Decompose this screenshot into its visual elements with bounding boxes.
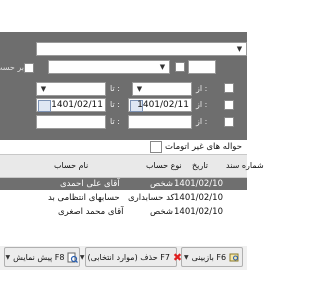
account-type-combo[interactable]: ▼: [48, 60, 170, 74]
search-combo[interactable]: ▼: [36, 42, 247, 56]
to-label-1: تا :: [110, 84, 120, 93]
row-account-type: کد حسابداری: [128, 193, 175, 203]
date-to-field[interactable]: 1401/02/11: [36, 98, 106, 112]
date-from-value: 1401/02/11: [137, 100, 189, 110]
by-checkbox[interactable]: [24, 63, 34, 73]
column-header-document-number[interactable]: شماره سند: [226, 161, 264, 170]
review-icon: [229, 253, 239, 261]
from-label-2: از :: [196, 100, 208, 109]
by-filter-row: بر حسب: [0, 62, 36, 74]
row-date: 1401/02/10: [174, 207, 223, 217]
from-label-1: از :: [196, 84, 208, 93]
column-header-date[interactable]: تاریخ: [192, 161, 208, 170]
row-account-type: شخص: [150, 207, 174, 217]
refresh-button[interactable]: ▼ بازبینی F6: [181, 247, 243, 267]
type-checkbox[interactable]: [175, 62, 185, 72]
table-row[interactable]: حسابهای انتظامی بد کد حسابداری 1401/02/1…: [0, 192, 247, 204]
delete-label: حذف (موارد انتخابی) F7: [87, 252, 170, 262]
chevron-down-icon[interactable]: ▼: [235, 45, 244, 53]
row-account-type: شخص: [150, 179, 174, 189]
date-row-checkbox[interactable]: [224, 100, 234, 110]
amount-row-checkbox[interactable]: [224, 117, 234, 127]
preview-button[interactable]: ▼ پیش نمایش F8: [4, 247, 80, 267]
non-auto-remittance-label: حواله های غیر اتومات: [165, 142, 242, 152]
dropdown-row-checkbox[interactable]: [224, 83, 234, 93]
chevron-down-icon[interactable]: ▼: [80, 254, 85, 261]
chevron-down-icon[interactable]: ▼: [6, 254, 11, 261]
title-area: [0, 0, 247, 32]
column-header-account-type[interactable]: نوع حساب: [146, 161, 182, 170]
column-header-account-name[interactable]: نام حساب: [54, 161, 88, 170]
to-label-3: تا :: [110, 117, 120, 126]
calendar-icon[interactable]: [38, 100, 51, 112]
chevron-down-icon[interactable]: ▼: [184, 254, 189, 261]
from-label-3: از :: [196, 117, 208, 126]
table-row[interactable]: آقای علی احمدی شخص 1401/02/10: [0, 178, 247, 190]
left-dropdown[interactable]: ▼: [36, 82, 106, 96]
chevron-down-icon[interactable]: ▼: [158, 63, 167, 71]
amount-from-field[interactable]: [128, 115, 192, 129]
non-auto-remittance-checkbox[interactable]: [150, 141, 162, 153]
by-checkbox-label: بر حسب: [0, 63, 24, 72]
to-label-2: تا :: [110, 100, 120, 109]
row-account-name: حسابهای انتظامی بد: [48, 193, 120, 203]
row-date: 1401/02/10: [174, 179, 223, 189]
delete-selected-button[interactable]: ▼ حذف (موارد انتخابی) F7 ✖: [80, 247, 182, 267]
table-row[interactable]: آقای محمد اصغری شخص 1401/02/10: [0, 206, 247, 218]
row-account-name: آقای محمد اصغری: [58, 207, 124, 217]
preview-label: پیش نمایش F8: [13, 252, 65, 262]
refresh-label: بازبینی F6: [191, 252, 227, 262]
date-to-value: 1401/02/11: [51, 100, 103, 110]
print-preview-icon: [67, 252, 79, 263]
date-from-field[interactable]: 1401/02/11: [128, 98, 192, 112]
chevron-down-icon[interactable]: ▼: [135, 85, 144, 93]
row-date: 1401/02/10: [174, 193, 223, 203]
chevron-down-icon[interactable]: ▼: [39, 85, 48, 93]
amount-to-field[interactable]: [36, 115, 106, 129]
type-code-field[interactable]: [188, 60, 216, 74]
non-auto-remittance-filter[interactable]: حواله های غیر اتومات: [150, 141, 242, 153]
grid-header: نام حساب نوع حساب تاریخ شماره سند: [0, 154, 264, 178]
row-account-name: آقای علی احمدی: [60, 179, 120, 189]
right-dropdown[interactable]: ▼: [132, 82, 192, 96]
